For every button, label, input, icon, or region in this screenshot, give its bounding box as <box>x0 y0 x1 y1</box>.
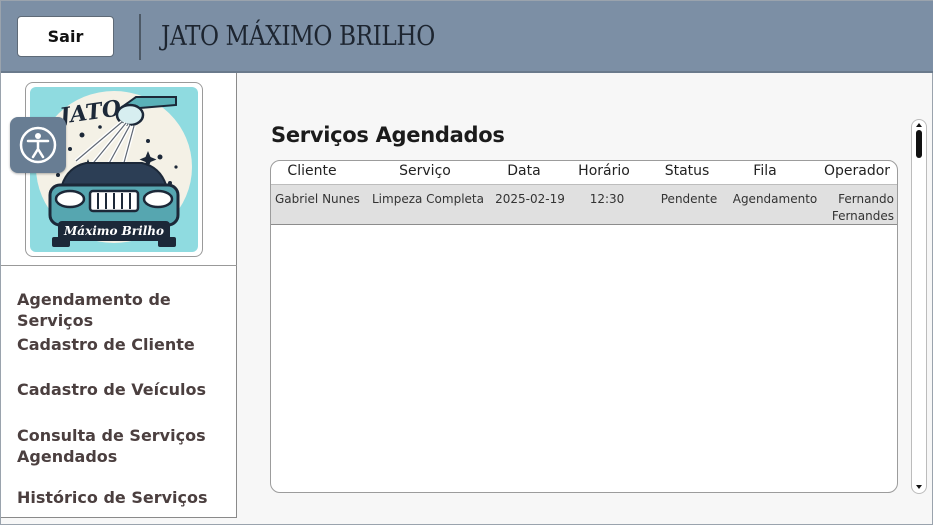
cell-status: Pendente <box>660 192 718 206</box>
column-header-horario: Horário <box>578 163 630 179</box>
sidebar-item-historico[interactable]: Histórico de Serviços <box>17 487 232 508</box>
accessibility-icon <box>19 126 57 164</box>
scroll-down-arrow-icon[interactable] <box>916 485 922 489</box>
table-row[interactable]: Gabriel Nunes Limpeza Completa 2025-02-1… <box>271 185 897 225</box>
column-header-operador: Operador <box>824 163 891 179</box>
cell-operador: Fernando Fernandes <box>831 192 894 223</box>
page-title: Serviços Agendados <box>271 123 505 147</box>
app-title: JATO MÁXIMO BRILHO <box>161 21 435 52</box>
cell-data: 2025-02-19 <box>495 192 565 206</box>
cell-servico: Limpeza Completa <box>372 192 484 206</box>
sidebar-item-cadastro-veiculos[interactable]: Cadastro de Veículos <box>17 379 232 400</box>
top-bar: Sair JATO MÁXIMO BRILHO <box>1 1 933 73</box>
cell-horario: 12:30 <box>589 192 625 206</box>
sidebar-item-agendamento[interactable]: Agendamento de Serviços <box>17 289 232 331</box>
column-header-cliente: Cliente <box>287 163 337 179</box>
sidebar-item-consulta-servicos[interactable]: Consulta de Serviços Agendados <box>17 425 232 467</box>
scheduled-services-table: Cliente Serviço Data Horário Status Fila… <box>270 160 898 493</box>
logo-separator <box>1 265 237 266</box>
scrollbar-thumb[interactable] <box>916 130 922 158</box>
cell-cliente: Gabriel Nunes <box>275 192 360 206</box>
accessibility-button[interactable] <box>10 117 66 173</box>
column-header-servico: Serviço <box>399 163 451 179</box>
scroll-up-arrow-icon[interactable] <box>916 123 922 127</box>
column-header-data: Data <box>507 163 541 179</box>
column-header-status: Status <box>664 163 710 179</box>
table-header: Cliente Serviço Data Horário Status Fila… <box>271 161 897 185</box>
header-divider <box>139 14 141 60</box>
app-window: Sair JATO MÁXIMO BRILHO JATO Máximo Bril… <box>0 0 933 525</box>
sidebar-item-cadastro-cliente[interactable]: Cadastro de Cliente <box>17 334 232 355</box>
column-header-fila: Fila <box>753 163 777 179</box>
vertical-scrollbar[interactable] <box>911 119 927 494</box>
exit-button[interactable]: Sair <box>17 16 114 57</box>
logo-bottom-text: Máximo Brilho <box>63 224 164 238</box>
cell-fila: Agendamento <box>732 192 818 206</box>
